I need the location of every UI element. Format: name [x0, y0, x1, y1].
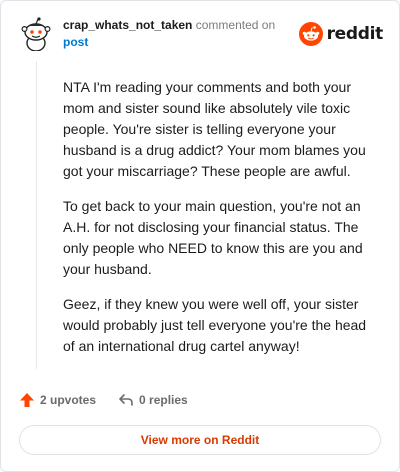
reply-button[interactable]: 0 replies [118, 392, 188, 408]
comment-paragraph: NTA I'm reading your comments and both y… [63, 79, 366, 179]
comment-body: NTA I'm reading your comments and both y… [63, 77, 381, 371]
upvote-arrow-icon [20, 393, 34, 407]
snoo-avatar-icon [21, 17, 51, 52]
upvote-button[interactable]: 2 upvotes [19, 392, 96, 408]
view-more-button[interactable]: View more on Reddit [19, 425, 381, 455]
comment-header: crap_whats_not_taken commented on post r… [19, 15, 383, 55]
comment-meta: crap_whats_not_taken commented on post [63, 17, 275, 51]
reddit-alien-icon [298, 22, 323, 46]
reply-arrow-icon [119, 394, 133, 406]
reddit-wordmark: reddit [326, 24, 384, 44]
comment-paragraph: Geez, if they knew you were well off, yo… [63, 296, 367, 354]
action-text: commented on [195, 18, 276, 32]
thread-line[interactable] [36, 61, 37, 369]
comment-actions: 2 upvotes 0 replies [19, 389, 210, 411]
user-avatar[interactable] [19, 17, 53, 52]
post-link[interactable]: post [63, 34, 275, 51]
comment-paragraph: To get back to your main question, you'r… [63, 198, 363, 277]
reddit-logo[interactable]: reddit [298, 21, 384, 47]
username-link[interactable]: crap_whats_not_taken [63, 18, 192, 32]
reply-count: 0 replies [139, 393, 188, 407]
reddit-comment-embed: crap_whats_not_taken commented on post r… [0, 0, 400, 472]
upvote-count: 2 upvotes [40, 393, 97, 407]
